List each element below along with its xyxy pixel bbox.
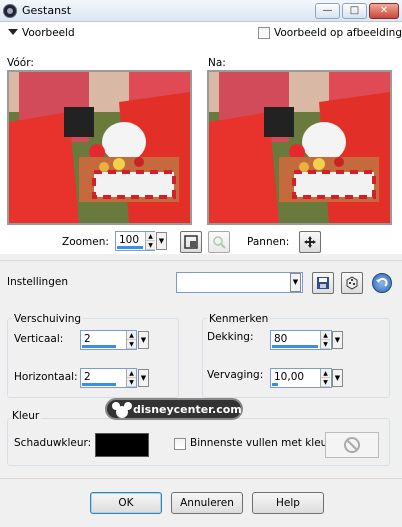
fill-inside-checkbox[interactable] xyxy=(174,438,186,450)
app-icon xyxy=(3,4,17,18)
opacity-value-bar xyxy=(272,345,318,348)
vertical-value: 2 xyxy=(84,333,91,345)
zoom-fit-button[interactable] xyxy=(180,231,202,253)
preview-on-image-checkbox[interactable] xyxy=(258,27,270,39)
horizontal-dropdown-button[interactable]: ▼ xyxy=(138,369,149,387)
fill-inside-label: Binnenste vullen met kleur: xyxy=(190,437,336,449)
after-preview-image[interactable] xyxy=(207,70,392,225)
zoom-value-bar xyxy=(117,246,143,249)
save-disk-icon xyxy=(317,277,329,289)
cancel-button[interactable]: Annuleren xyxy=(171,492,243,514)
zoom-dropdown-button[interactable]: ▼ xyxy=(156,232,167,250)
title-bar: Gestanst — □ ✕ xyxy=(0,0,402,22)
stepper-up-icon[interactable]: ▲ xyxy=(146,232,155,241)
properties-group-title: Kenmerken xyxy=(207,313,271,325)
dice-icon xyxy=(346,276,358,290)
reset-button[interactable] xyxy=(372,273,392,293)
color-group-title: Kleur xyxy=(10,410,42,422)
collapse-arrow-icon[interactable] xyxy=(8,29,18,35)
no-color-icon xyxy=(344,437,360,453)
stepper-down-icon[interactable]: ▼ xyxy=(127,340,136,349)
stepper-down-icon[interactable]: ▼ xyxy=(321,340,330,349)
preview-on-image-label: Voorbeeld op afbeelding xyxy=(274,27,402,39)
horizontal-value: 2 xyxy=(84,371,91,383)
blur-value: 10,00 xyxy=(274,371,305,383)
character-photo-image xyxy=(209,72,390,223)
watermark-logo: disneycenter.com xyxy=(105,398,243,420)
preview-section-label: Voorbeeld xyxy=(22,27,75,39)
shadow-color-swatch[interactable] xyxy=(95,433,149,457)
ok-button[interactable]: OK xyxy=(90,492,162,514)
magnifier-icon xyxy=(213,236,226,249)
separator xyxy=(0,260,402,261)
blur-label: Vervaging: xyxy=(207,369,264,381)
save-preset-button[interactable] xyxy=(312,272,334,294)
opacity-value: 80 xyxy=(274,333,288,345)
undo-arrow-icon xyxy=(376,277,388,287)
pan-move-icon xyxy=(304,236,316,248)
window-title: Gestanst xyxy=(22,4,72,17)
shadow-color-label: Schaduwkleur: xyxy=(14,437,92,449)
separator xyxy=(0,478,402,479)
horizontal-label: Horizontaal: xyxy=(14,371,78,383)
zoom-stepper[interactable]: ▲ ▼ xyxy=(145,232,155,250)
blur-stepper[interactable]: ▲ ▼ xyxy=(320,369,330,387)
stepper-up-icon[interactable]: ▲ xyxy=(127,369,136,378)
character-photo-image xyxy=(9,72,190,223)
horizontal-stepper[interactable]: ▲ ▼ xyxy=(126,369,136,387)
opacity-dropdown-button[interactable]: ▼ xyxy=(332,331,343,349)
zoom-magnifier-button[interactable] xyxy=(208,231,230,253)
stepper-down-icon[interactable]: ▼ xyxy=(127,378,136,387)
zoom-label: Zoomen: xyxy=(62,236,109,248)
horizontal-value-bar xyxy=(82,383,116,386)
vertical-stepper[interactable]: ▲ ▼ xyxy=(126,331,136,349)
stepper-up-icon[interactable]: ▲ xyxy=(321,369,330,378)
zoom-fit-icon xyxy=(184,235,198,249)
close-button[interactable]: ✕ xyxy=(369,3,399,19)
blur-value-bar xyxy=(272,383,278,386)
stepper-down-icon[interactable]: ▼ xyxy=(146,241,155,250)
preset-combobox[interactable] xyxy=(176,272,303,293)
zoom-value: 100 xyxy=(119,234,140,246)
before-label: Vóór: xyxy=(7,57,34,69)
randomize-button[interactable] xyxy=(341,272,363,294)
help-button[interactable]: Help xyxy=(252,492,324,514)
stepper-down-icon[interactable]: ▼ xyxy=(321,378,330,387)
settings-label: Instellingen xyxy=(7,276,68,288)
pan-button[interactable] xyxy=(299,231,321,253)
vertical-dropdown-button[interactable]: ▼ xyxy=(138,331,149,349)
preset-dropdown-button[interactable]: ▼ xyxy=(290,273,301,292)
offset-group-title: Verschuiving xyxy=(12,313,84,325)
before-preview-image[interactable] xyxy=(7,70,192,225)
fill-color-swatch[interactable] xyxy=(325,432,379,458)
watermark-text: disneycenter.com xyxy=(133,403,242,416)
maximize-button[interactable]: □ xyxy=(342,3,367,19)
opacity-label: Dekking: xyxy=(207,331,254,343)
opacity-stepper[interactable]: ▲ ▼ xyxy=(320,331,330,349)
stepper-up-icon[interactable]: ▲ xyxy=(127,331,136,340)
vertical-value-bar xyxy=(82,345,116,348)
stepper-up-icon[interactable]: ▲ xyxy=(321,331,330,340)
minimize-button[interactable]: — xyxy=(315,3,340,19)
after-label: Na: xyxy=(208,57,226,69)
blur-dropdown-button[interactable]: ▼ xyxy=(332,369,343,387)
pan-label: Pannen: xyxy=(247,236,290,248)
vertical-label: Verticaal: xyxy=(14,333,64,345)
mickey-ears-icon xyxy=(112,402,132,418)
